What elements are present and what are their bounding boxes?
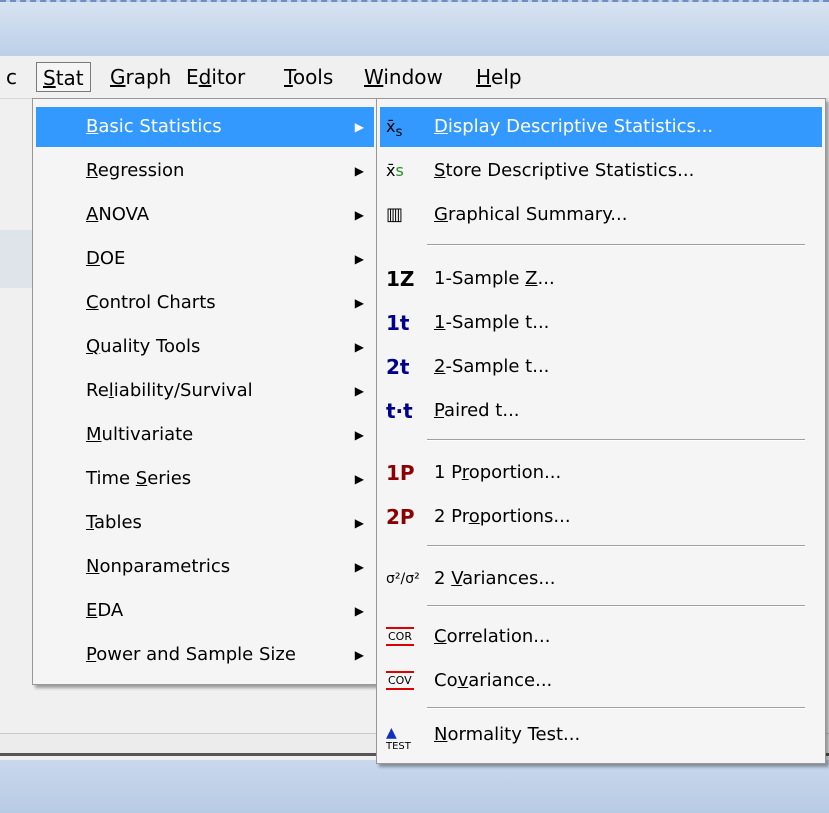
chevron-right-icon: ▶: [354, 120, 364, 134]
chevron-right-icon: ▶: [354, 208, 364, 222]
paired-t-icon: t·t: [386, 399, 413, 423]
menu-item-1-sample-t[interactable]: 1t 1-Sample t...: [380, 303, 822, 343]
menu-item-anova[interactable]: ANOVA ▶: [36, 195, 374, 235]
covariance-icon: COV: [386, 661, 430, 701]
one-proportion-icon: 1P: [386, 461, 415, 485]
menu-item-eda[interactable]: EDA ▶: [36, 591, 374, 631]
menu-window[interactable]: Window: [358, 62, 449, 92]
menu-item-power-sample-size[interactable]: Power and Sample Size ▶: [36, 635, 374, 675]
chevron-right-icon: ▶: [354, 164, 364, 178]
menu-item-quality-tools[interactable]: Quality Tools ▶: [36, 327, 374, 367]
menu-item-correlation[interactable]: COR Correlation...: [380, 617, 822, 657]
menu-item-display-descriptive-statistics[interactable]: x̄s Display Descriptive Statistics...: [380, 107, 822, 147]
menu-stat[interactable]: Stat: [36, 62, 91, 92]
menu-item-1-proportion[interactable]: 1P 1 Proportion...: [380, 453, 822, 493]
graphical-summary-icon: ▥: [386, 204, 404, 225]
separator: [427, 545, 805, 547]
menu-bar: c Stat Graph Editor Tools Window Help: [0, 56, 829, 99]
separator: [427, 439, 805, 441]
menu-item-time-series[interactable]: Time Series ▶: [36, 459, 374, 499]
menu-item-2-sample-t[interactable]: 2t 2-Sample t...: [380, 347, 822, 387]
separator: [427, 707, 805, 709]
store-stats-icon: x̄s: [386, 161, 404, 180]
menu-item-regression[interactable]: Regression ▶: [36, 151, 374, 191]
menu-item-partial[interactable]: c: [0, 62, 23, 92]
descriptive-stats-icon: x̄s: [386, 117, 403, 141]
menu-item-tables[interactable]: Tables ▶: [36, 503, 374, 543]
menu-item-normality-test[interactable]: ▲ TEST Normality Test...: [380, 715, 822, 755]
menu-item-paired-t[interactable]: t·t Paired t...: [380, 391, 822, 431]
chevron-right-icon: ▶: [354, 384, 364, 398]
separator: [427, 244, 805, 246]
two-sample-t-icon: 2t: [386, 355, 410, 379]
separator: [427, 605, 805, 607]
chevron-right-icon: ▶: [354, 252, 364, 266]
menu-tools[interactable]: Tools: [278, 62, 339, 92]
two-variances-icon: σ²/σ²: [386, 571, 420, 587]
chevron-right-icon: ▶: [354, 340, 364, 354]
menu-item-2-proportions[interactable]: 2P 2 Proportions...: [380, 497, 822, 537]
menu-item-covariance[interactable]: COV Covariance...: [380, 661, 822, 701]
one-sample-z-icon: 1Z: [386, 267, 415, 291]
chevron-right-icon: ▶: [354, 428, 364, 442]
menu-item-graphical-summary[interactable]: ▥ Graphical Summary...: [380, 195, 822, 235]
taskbar: [0, 760, 829, 813]
menu-editor[interactable]: Editor: [180, 62, 251, 92]
chevron-right-icon: ▶: [354, 560, 364, 574]
menu-graph[interactable]: Graph: [104, 62, 177, 92]
chevron-right-icon: ▶: [354, 604, 364, 618]
stat-menu: Basic Statistics ▶ Regression ▶ ANOVA ▶ DOE…: [32, 98, 378, 685]
basic-statistics-submenu: x̄s Display Descriptive Statistics... x̄…: [376, 98, 826, 764]
menu-item-1-sample-z[interactable]: 1Z 1-Sample Z...: [380, 259, 822, 299]
correlation-icon: COR: [386, 617, 430, 657]
menu-item-control-charts[interactable]: Control Charts ▶: [36, 283, 374, 323]
one-sample-t-icon: 1t: [386, 311, 410, 335]
menu-help[interactable]: Help: [470, 62, 528, 92]
normality-test-icon: ▲ TEST: [386, 725, 411, 752]
menu-item-multivariate[interactable]: Multivariate ▶: [36, 415, 374, 455]
menu-item-reliability-survival[interactable]: Reliability/Survival ▶: [36, 371, 374, 411]
menu-item-doe[interactable]: DOE ▶: [36, 239, 374, 279]
menu-item-store-descriptive-statistics[interactable]: x̄s Store Descriptive Statistics...: [380, 151, 822, 191]
chevron-right-icon: ▶: [354, 296, 364, 310]
title-bar: [0, 0, 829, 56]
menu-item-nonparametrics[interactable]: Nonparametrics ▶: [36, 547, 374, 587]
chevron-right-icon: ▶: [354, 516, 364, 530]
menu-item-basic-statistics[interactable]: Basic Statistics ▶: [36, 107, 374, 147]
two-proportions-icon: 2P: [386, 505, 415, 529]
menu-item-2-variances[interactable]: σ²/σ² 2 Variances...: [380, 559, 822, 599]
chevron-right-icon: ▶: [354, 472, 364, 486]
chevron-right-icon: ▶: [354, 648, 364, 662]
